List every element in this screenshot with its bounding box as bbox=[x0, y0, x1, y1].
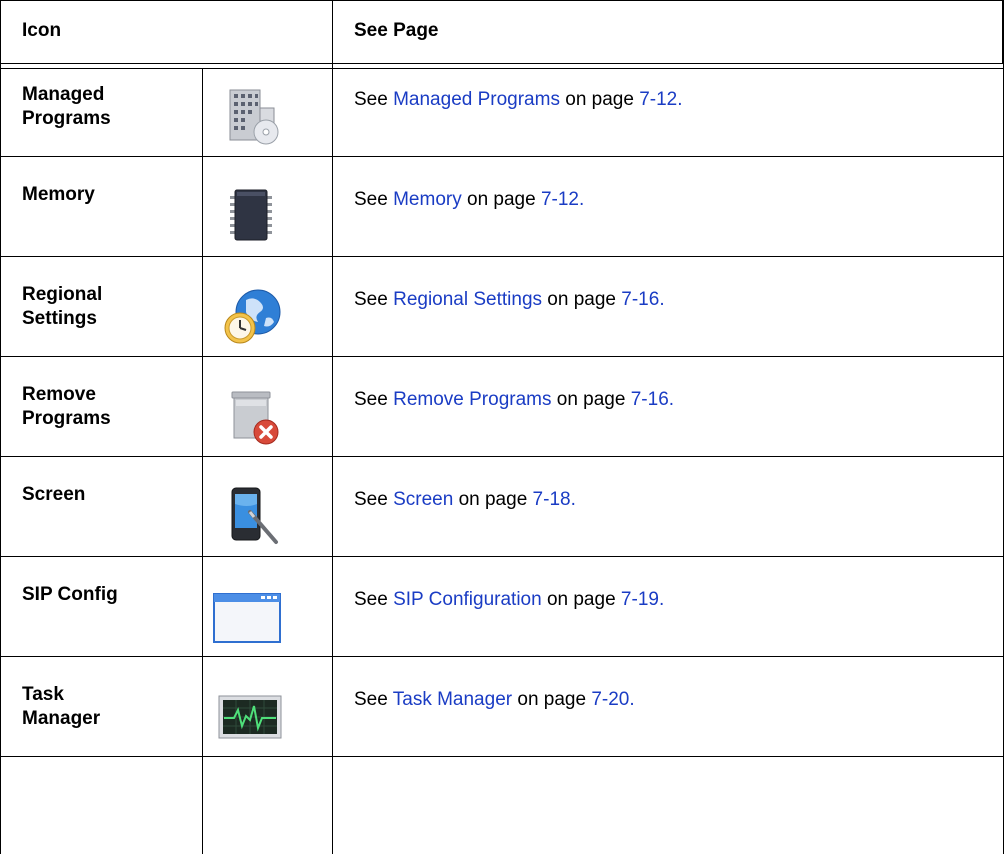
see-suffix: . bbox=[570, 489, 576, 510]
see-prefix: See bbox=[354, 389, 394, 410]
page-link-remove-programs[interactable]: 7-16 bbox=[631, 389, 669, 410]
see-prefix: See bbox=[354, 189, 394, 210]
page-link-regional-settings[interactable]: 7-16 bbox=[621, 289, 659, 310]
page-link-task-manager[interactable]: 7-20 bbox=[591, 689, 629, 710]
page-link-managed-programs[interactable]: 7-12 bbox=[639, 89, 677, 110]
row-name-remove-programs: Remove Programs bbox=[22, 384, 111, 429]
see-suffix: . bbox=[659, 289, 665, 310]
link-task-manager[interactable]: Task Manager bbox=[393, 689, 512, 710]
row-name-screen: Screen bbox=[22, 484, 86, 505]
table-header bbox=[0, 0, 1003, 64]
link-remove-programs[interactable]: Remove Programs bbox=[393, 389, 551, 410]
see-mid: on page bbox=[541, 589, 621, 610]
row-sep bbox=[0, 256, 1004, 257]
see-prefix: See bbox=[354, 589, 394, 610]
managed-programs-icon bbox=[222, 86, 284, 148]
link-managed-programs[interactable]: Managed Programs bbox=[393, 89, 560, 110]
see-mid: on page bbox=[453, 489, 533, 510]
see-mid: on page bbox=[512, 689, 592, 710]
border-right bbox=[1003, 0, 1004, 854]
memory-chip-icon bbox=[222, 184, 284, 246]
globe-clock-icon bbox=[222, 284, 284, 346]
see-suffix: . bbox=[677, 89, 683, 110]
row-sep bbox=[0, 556, 1004, 557]
header-see-page-label: See Page bbox=[354, 20, 439, 41]
see-prefix: See bbox=[354, 489, 394, 510]
link-screen[interactable]: Screen bbox=[393, 489, 453, 510]
row-sep bbox=[0, 456, 1004, 457]
row-sep bbox=[0, 656, 1004, 657]
see-prefix: See bbox=[354, 289, 394, 310]
header-double-rule-top bbox=[0, 63, 1003, 64]
see-suffix: . bbox=[668, 389, 675, 410]
see-suffix: . bbox=[579, 189, 585, 210]
see-suffix: . bbox=[658, 589, 665, 610]
border-icon-col bbox=[202, 69, 203, 854]
row-sep bbox=[0, 756, 1004, 757]
link-memory[interactable]: Memory bbox=[393, 189, 462, 210]
see-text-sip-config: See SIP Configuration on page 7-19. bbox=[354, 588, 664, 612]
page-link-sip-configuration[interactable]: 7-19 bbox=[621, 589, 659, 610]
page-link-memory[interactable]: 7-12 bbox=[541, 189, 579, 210]
row-name-managed-programs: Managed Programs bbox=[22, 84, 111, 129]
border-mid bbox=[332, 0, 333, 854]
remove-programs-icon bbox=[222, 386, 284, 448]
header-double-rule-bottom bbox=[0, 68, 1003, 69]
see-text-screen: See Screen on page 7-18. bbox=[354, 488, 576, 512]
see-text-managed-programs: See Managed Programs on page 7-12. bbox=[354, 88, 683, 112]
see-text-memory: See Memory on page 7-12. bbox=[354, 188, 584, 212]
border-left bbox=[0, 0, 1, 854]
see-suffix: . bbox=[629, 689, 635, 710]
see-text-remove-programs: See Remove Programs on page 7-16. bbox=[354, 388, 674, 412]
see-prefix: See bbox=[354, 689, 393, 710]
see-mid: on page bbox=[542, 289, 622, 310]
screen-stylus-icon bbox=[222, 486, 284, 548]
header-icon-label: Icon bbox=[22, 20, 62, 41]
row-name-task-manager: Task Manager bbox=[22, 684, 101, 729]
link-regional-settings[interactable]: Regional Settings bbox=[393, 289, 542, 310]
row-name-memory: Memory bbox=[22, 184, 95, 205]
see-prefix: See bbox=[354, 89, 394, 110]
row-name-sip-config: SIP Config bbox=[22, 584, 118, 605]
task-manager-icon bbox=[218, 694, 284, 742]
row-sep bbox=[0, 156, 1004, 157]
see-mid: on page bbox=[559, 89, 640, 110]
row-name-regional-settings: Regional Settings bbox=[22, 284, 103, 329]
row-sep bbox=[0, 356, 1004, 357]
see-text-task-manager: See Task Manager on page 7-20. bbox=[354, 688, 635, 712]
window-icon bbox=[213, 590, 283, 646]
see-text-regional-settings: See Regional Settings on page 7-16. bbox=[354, 288, 665, 312]
page-link-screen[interactable]: 7-18 bbox=[533, 489, 571, 510]
see-mid: on page bbox=[461, 189, 541, 210]
link-sip-configuration[interactable]: SIP Configuration bbox=[393, 589, 542, 610]
see-mid: on page bbox=[551, 389, 631, 410]
